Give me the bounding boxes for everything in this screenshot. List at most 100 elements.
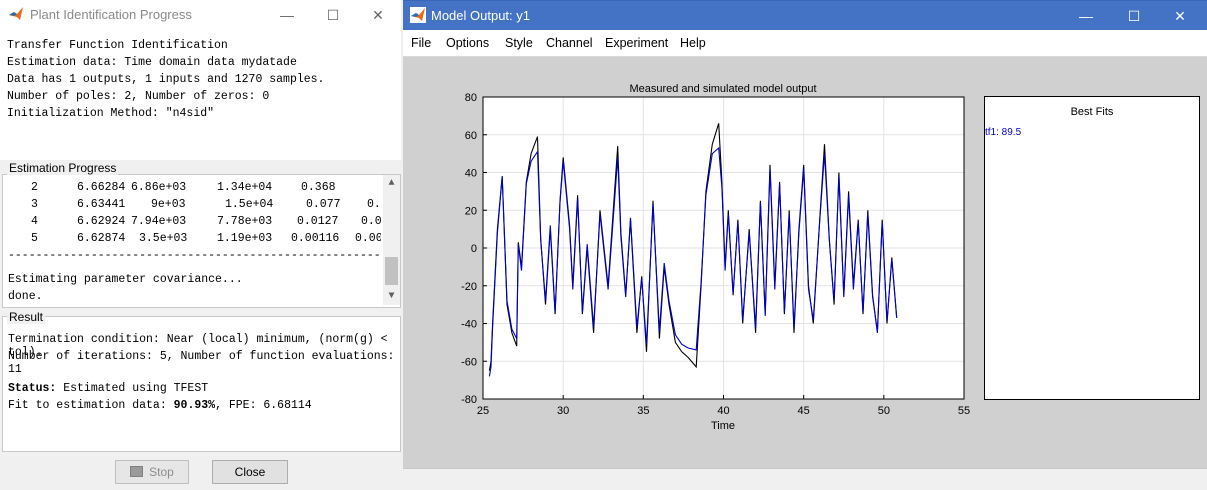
cell: 1.5e+04 (225, 198, 274, 211)
x-tick-label: 30 (557, 405, 569, 417)
cell: 2 (31, 181, 38, 194)
info-pane: Transfer Function Identification Estimat… (0, 30, 401, 160)
cell: 7.78e+03 (217, 215, 273, 228)
menu-style[interactable]: Style (505, 36, 533, 50)
cell: 5 (31, 232, 38, 245)
minimize-button[interactable]: — (264, 3, 310, 27)
cell: 6.62924 (77, 215, 126, 228)
menu-help[interactable]: Help (680, 36, 706, 50)
title-bar[interactable]: Model Output: y1 — ☐ ✕ (403, 0, 1207, 31)
menu-file[interactable]: File (411, 36, 431, 50)
cell: 3.5e+03 (139, 232, 188, 245)
close-window-button[interactable]: ✕ (1157, 4, 1203, 28)
progress-tail-line: Estimating parameter covariance... (8, 273, 243, 286)
cell: 6.66284 (77, 181, 126, 194)
x-tick-label: 25 (477, 405, 489, 417)
x-tick-label: 50 (878, 405, 890, 417)
cell: 1.34e+04 (217, 181, 273, 194)
stop-icon (130, 466, 144, 477)
plot-frame (482, 96, 965, 400)
table-row: 2 6.66284 6.86e+03 1.34e+04 0.368 (3, 181, 336, 198)
result-line: Number of iterations: 5, Number of funct… (8, 350, 395, 376)
status-prefix: Status: (8, 382, 57, 395)
plant-identification-window: Plant Identification Progress — ☐ ✕ Tran… (0, 0, 401, 489)
cell: 0.077 (306, 198, 341, 211)
best-fits-title: Best Fits (1070, 106, 1114, 118)
cell: 9e+03 (151, 198, 186, 211)
status-line: Status: Estimated using TFEST (8, 382, 208, 395)
cell: 1.19e+03 (217, 232, 273, 245)
cell: 0. (367, 198, 381, 211)
fit-suffix: , FPE: 6.68114 (215, 399, 312, 412)
status-text: Estimated using TFEST (56, 382, 209, 395)
menu-bar: File Options Style Channel Experiment He… (403, 30, 1207, 57)
simulated-series-line (488, 146, 898, 377)
table-row: 5 6.62874 3.5e+03 1.19e+03 0.00116 0.00 (3, 232, 381, 249)
scroll-down-icon[interactable]: ▼ (383, 288, 400, 305)
best-fit-entry[interactable]: tf1: 89.5 (985, 127, 1021, 138)
y-tick-label: 20 (465, 205, 477, 217)
fit-prefix: Fit to estimation data: (8, 399, 174, 412)
chart-title: Measured and simulated model output (629, 83, 816, 95)
scroll-up-icon[interactable]: ▲ (383, 175, 400, 192)
y-tick-label: -20 (461, 281, 477, 293)
progress-scrollbar[interactable]: ▲ ▼ (383, 175, 400, 305)
stop-label: Stop (149, 465, 174, 479)
maximize-button[interactable]: ☐ (310, 3, 356, 27)
y-tick-label: -40 (461, 319, 477, 331)
info-line: Data has 1 outputs, 1 inputs and 1270 sa… (7, 73, 325, 86)
model-output-window: Model Output: y1 — ☐ ✕ File Options Styl… (403, 0, 1207, 490)
measured-series-line (488, 123, 898, 371)
y-tick-label: -60 (461, 356, 477, 368)
x-axis-label: Time (711, 420, 735, 432)
maximize-button[interactable]: ☐ (1111, 4, 1157, 28)
x-tick-label: 45 (798, 405, 810, 417)
close-button[interactable]: Close (212, 460, 288, 484)
matlab-logo-icon (410, 7, 426, 23)
y-tick-label: 40 (465, 168, 477, 180)
info-line: Number of poles: 2, Number of zeros: 0 (7, 90, 270, 103)
progress-tail-line: done. (8, 290, 43, 303)
x-tick-label: 55 (958, 405, 970, 417)
result-panel: Termination condition: Near (local) mini… (2, 316, 401, 452)
cell: 4 (31, 215, 38, 228)
result-label: Result (7, 310, 46, 324)
plot-area (483, 97, 964, 399)
progress-table: 2 6.66284 6.86e+03 1.34e+04 0.368 3 6.63… (3, 181, 381, 303)
menu-experiment[interactable]: Experiment (605, 36, 668, 50)
matlab-logo-icon (9, 7, 23, 20)
table-row: 3 6.63441 9e+03 1.5e+04 0.077 0. (3, 198, 381, 215)
x-tick-label: 40 (717, 405, 729, 417)
stop-button[interactable]: Stop (115, 460, 189, 484)
cell: 0.0127 (297, 215, 339, 228)
info-line: Initialization Method: "n4sid" (7, 107, 215, 120)
cell: 0.0 (361, 215, 381, 228)
cell: 0.368 (301, 181, 336, 194)
info-line: Transfer Function Identification (7, 39, 228, 52)
fit-value: 90.93% (173, 399, 216, 412)
cell: 6.62874 (77, 232, 126, 245)
title-bar[interactable]: Plant Identification Progress — ☐ ✕ (0, 0, 401, 30)
minimize-button[interactable]: — (1063, 4, 1109, 28)
cell: 0.00 (355, 232, 381, 245)
cell: 0.00116 (291, 232, 340, 245)
y-tick-label: 80 (465, 92, 477, 104)
close-window-button[interactable]: ✕ (355, 3, 401, 27)
x-tick-label: 35 (637, 405, 649, 417)
y-tick-label: 0 (471, 243, 477, 255)
fit-line: Fit to estimation data: 90.93%, FPE: 6.6… (8, 399, 312, 412)
status-bar (403, 468, 1207, 490)
window-title: Plant Identification Progress (30, 7, 192, 22)
table-row: 4 6.62924 7.94e+03 7.78e+03 0.0127 0.0 (3, 215, 381, 232)
menu-channel[interactable]: Channel (546, 36, 593, 50)
window-title: Model Output: y1 (431, 8, 530, 23)
divider-line: ----------------------------------------… (8, 249, 381, 262)
menu-options[interactable]: Options (446, 36, 489, 50)
scroll-thumb[interactable] (385, 257, 398, 285)
y-tick-label: -80 (461, 394, 477, 406)
estimation-progress-label: Estimation Progress (7, 161, 119, 175)
cell: 6.86e+03 (131, 181, 187, 194)
cell: 3 (31, 198, 38, 211)
cell: 6.63441 (77, 198, 126, 211)
cell: 7.94e+03 (131, 215, 187, 228)
